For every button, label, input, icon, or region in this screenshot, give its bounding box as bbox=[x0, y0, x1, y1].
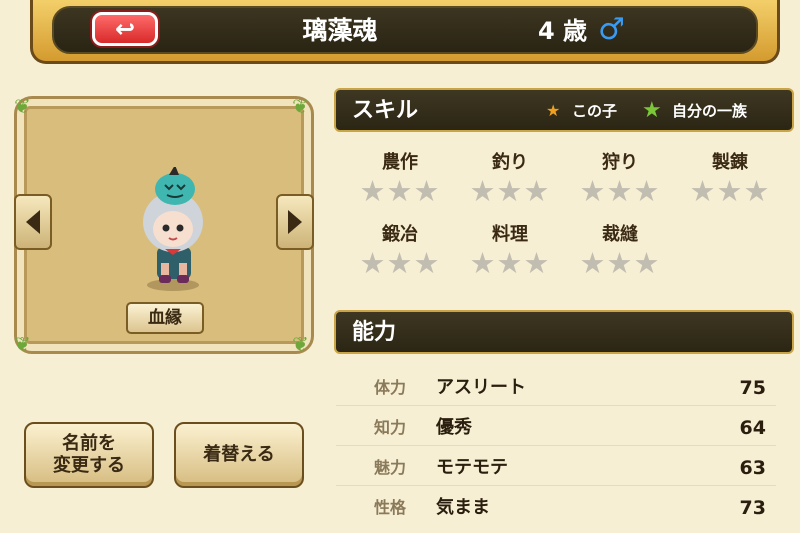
male-gender-icon: ♂ bbox=[598, 12, 625, 47]
ability-row-personality: 性格 気まま 73 bbox=[336, 490, 776, 526]
character-age: 4 歳 bbox=[538, 17, 588, 45]
skill-name: 農作 bbox=[382, 152, 418, 173]
ability-row-charm: 魅力 モテモテ 63 bbox=[336, 450, 776, 486]
this-child-star-icon: ★ bbox=[546, 101, 561, 120]
arrow-right-icon bbox=[288, 210, 302, 234]
skills-title: スキル bbox=[352, 98, 419, 123]
character-name: 璃藻魂 bbox=[302, 16, 378, 45]
skill-stars: ★★★ bbox=[579, 246, 661, 280]
next-character-button[interactable] bbox=[276, 194, 314, 250]
character-sprite bbox=[143, 167, 203, 291]
skill-stars: ★★★ bbox=[579, 174, 661, 208]
skill-cooking: 料理 ★★★ bbox=[460, 222, 560, 278]
lineage-button[interactable]: 血縁 bbox=[126, 302, 204, 334]
ability-desc: モテモテ bbox=[436, 457, 508, 478]
rename-label-line2: 変更する bbox=[53, 455, 125, 476]
skills-header: スキル ★ この子 ★ 自分の一族 bbox=[334, 88, 794, 132]
abilities-title: 能力 bbox=[352, 320, 397, 345]
clan-star-icon: ★ bbox=[642, 98, 662, 123]
leaf-decoration-icon: ❦ bbox=[14, 94, 31, 118]
abilities-header: 能力 bbox=[334, 310, 794, 354]
ability-value: 63 bbox=[739, 457, 766, 479]
skill-stars: ★★★ bbox=[469, 246, 551, 280]
leaf-decoration-icon: ❦ bbox=[292, 332, 309, 356]
ability-label: 魅力 bbox=[374, 458, 407, 477]
back-button[interactable]: ↩ bbox=[92, 12, 158, 46]
skill-name: 釣り bbox=[492, 152, 528, 173]
previous-character-button[interactable] bbox=[14, 194, 52, 250]
skill-hunting: 狩り ★★★ bbox=[570, 150, 670, 206]
ability-value: 73 bbox=[739, 497, 766, 519]
ability-value: 64 bbox=[739, 417, 766, 439]
ability-desc: アスリート bbox=[436, 377, 526, 398]
skill-farming: 農作 ★★★ bbox=[350, 150, 450, 206]
rename-label-line1: 名前を bbox=[62, 433, 116, 454]
skill-sewing: 裁縫 ★★★ bbox=[570, 222, 670, 278]
skill-name: 狩り bbox=[602, 152, 638, 173]
skill-name: 鍛冶 bbox=[382, 224, 418, 245]
rename-button[interactable]: 名前を 変更する bbox=[24, 422, 154, 488]
back-arrow-icon: ↩ bbox=[114, 15, 136, 43]
ability-desc: 気まま bbox=[436, 497, 490, 518]
skill-smelting: 製錬 ★★★ bbox=[680, 150, 780, 206]
ability-label: 体力 bbox=[374, 378, 407, 397]
ability-row-intellect: 知力 優秀 64 bbox=[336, 410, 776, 446]
skill-stars: ★★★ bbox=[359, 246, 441, 280]
ability-row-stamina: 体力 アスリート 75 bbox=[336, 370, 776, 406]
ability-desc: 優秀 bbox=[436, 417, 472, 438]
change-clothes-button[interactable]: 着替える bbox=[174, 422, 304, 488]
skill-fishing: 釣り ★★★ bbox=[460, 150, 560, 206]
skill-stars: ★★★ bbox=[469, 174, 551, 208]
ability-label: 知力 bbox=[374, 418, 407, 437]
skill-stars: ★★★ bbox=[359, 174, 441, 208]
skill-name: 裁縫 bbox=[602, 224, 638, 245]
ability-value: 75 bbox=[739, 377, 766, 399]
skill-name: 製錬 bbox=[712, 152, 748, 173]
ability-label: 性格 bbox=[374, 498, 407, 517]
skill-stars: ★★★ bbox=[689, 174, 771, 208]
legend-clan: 自分の一族 bbox=[672, 102, 748, 120]
legend-this-child: この子 bbox=[572, 102, 618, 120]
skill-smithing: 鍛冶 ★★★ bbox=[350, 222, 450, 278]
leaf-decoration-icon: ❦ bbox=[292, 94, 309, 118]
leaf-decoration-icon: ❦ bbox=[14, 332, 31, 356]
skill-name: 料理 bbox=[492, 224, 528, 245]
arrow-left-icon bbox=[26, 210, 40, 234]
